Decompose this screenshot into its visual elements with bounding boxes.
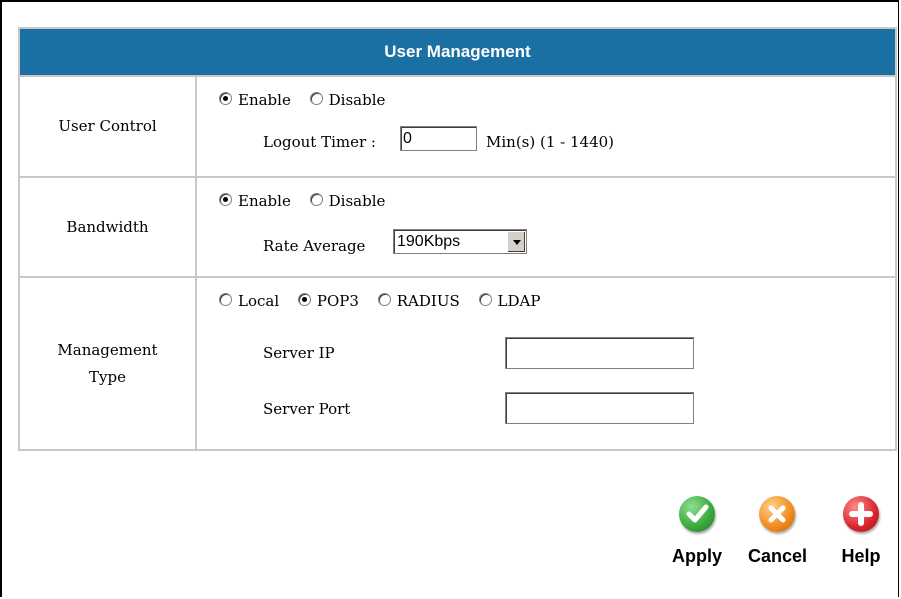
user-control-disable-label: Disable (328, 91, 386, 109)
management-type-row: Management Type Local POP3 RADIUS LDAP S… (20, 276, 895, 449)
management-type-radius-label: RADIUS (396, 292, 460, 310)
server-ip-label: Server IP (263, 344, 335, 362)
management-type-pop3-radio[interactable] (297, 292, 311, 306)
management-type-label: Management Type (20, 278, 197, 449)
bandwidth-settings: Enable Disable Rate Average 190Kbps (197, 178, 895, 276)
rate-average-value: 190Kbps (397, 233, 461, 250)
logout-timer-input[interactable]: 0 (400, 126, 477, 151)
logout-timer-hint: Min(s) (1 - 1440) (486, 133, 615, 151)
apply-label: Apply (671, 546, 722, 566)
close-icon (759, 496, 795, 532)
rate-average-select[interactable]: 190Kbps (393, 229, 527, 254)
management-type-local-label: Local (238, 292, 280, 310)
management-type-label-line2: Type (89, 367, 126, 386)
bandwidth-enable-label: Enable (238, 192, 291, 210)
management-type-radius-radio[interactable] (377, 292, 391, 306)
user-control-settings: Enable Disable Logout Timer : 0 Min(s) (… (197, 77, 895, 176)
logout-timer-label: Logout Timer : (263, 133, 376, 151)
user-control-enable-label: Enable (238, 91, 291, 109)
user-control-disable-option[interactable]: Disable (309, 91, 386, 109)
user-control-enable-radio[interactable] (219, 91, 232, 105)
bandwidth-disable-option[interactable]: Disable (309, 192, 386, 210)
management-type-local-radio[interactable] (219, 292, 232, 306)
chevron-down-icon[interactable] (507, 231, 525, 252)
user-management-table: User Management User Control Enable Disa… (18, 27, 897, 451)
management-type-local-option[interactable]: Local (219, 292, 279, 310)
management-type-radius-option[interactable]: RADIUS (377, 292, 460, 310)
checkmark-icon (679, 496, 715, 532)
bandwidth-disable-radio[interactable] (309, 192, 323, 206)
help-label: Help (841, 546, 881, 566)
user-control-row: User Control Enable Disable Logout Timer… (20, 75, 895, 176)
cancel-button[interactable]: Cancel (748, 496, 808, 567)
server-port-label: Server Port (263, 400, 351, 418)
bandwidth-enable-option[interactable]: Enable (219, 192, 291, 210)
management-type-pop3-option[interactable]: POP3 (297, 292, 359, 310)
management-type-ldap-radio[interactable] (478, 292, 492, 306)
user-control-label: User Control (20, 77, 197, 176)
apply-button[interactable]: Apply (668, 496, 726, 567)
user-control-enable-option[interactable]: Enable (219, 91, 291, 109)
server-ip-input[interactable] (505, 337, 694, 369)
management-type-ldap-option[interactable]: LDAP (478, 292, 541, 310)
user-control-disable-radio[interactable] (309, 91, 323, 105)
bandwidth-label: Bandwidth (20, 178, 197, 276)
page-title: User Management (20, 29, 895, 75)
help-button[interactable]: Help (832, 496, 890, 567)
management-type-label-line1: Management (57, 340, 158, 359)
server-port-input[interactable] (505, 392, 694, 424)
plus-icon (843, 496, 879, 532)
bandwidth-row: Bandwidth Enable Disable Rate Average 19… (20, 176, 895, 276)
management-type-ldap-label: LDAP (497, 292, 541, 310)
management-type-pop3-label: POP3 (316, 292, 359, 310)
bandwidth-enable-radio[interactable] (219, 192, 232, 206)
rate-average-label: Rate Average (263, 237, 366, 255)
cancel-label: Cancel (748, 546, 808, 566)
bandwidth-disable-label: Disable (328, 192, 386, 210)
management-type-settings: Local POP3 RADIUS LDAP Server IP Server … (197, 278, 895, 449)
